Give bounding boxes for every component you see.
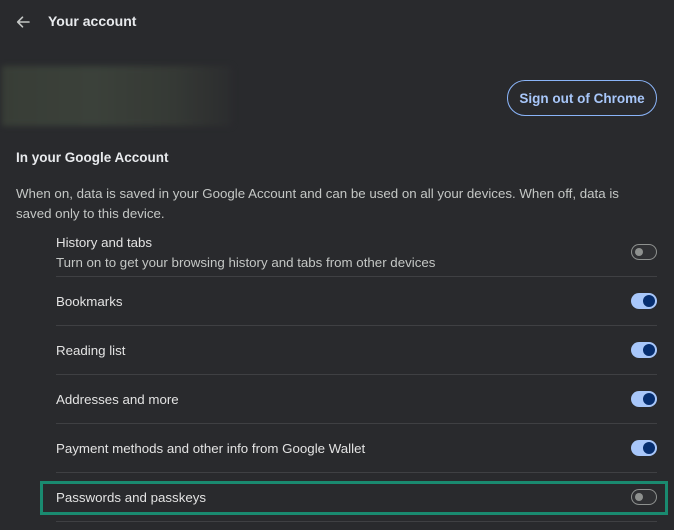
- addresses-toggle[interactable]: [631, 391, 657, 407]
- toggle-knob: [635, 247, 643, 256]
- section-description: When on, data is saved in your Google Ac…: [16, 186, 619, 221]
- toggle-knob: [643, 393, 655, 405]
- sync-row-label: History and tabs: [56, 235, 153, 250]
- toggle-knob: [643, 295, 655, 307]
- sync-row-label: Passwords and passkeys: [56, 490, 207, 505]
- sync-row-label: Bookmarks: [56, 294, 123, 309]
- reading-list-toggle[interactable]: [631, 342, 657, 358]
- sync-row-addresses: Addresses and more: [56, 375, 657, 423]
- sync-row-label: Reading list: [56, 343, 126, 358]
- toggle-knob: [643, 442, 655, 454]
- sync-row-passwords: Passwords and passkeys: [56, 473, 657, 521]
- sync-row-history-and-tabs: History and tabs Turn on to get your bro…: [56, 234, 657, 276]
- bookmarks-toggle[interactable]: [631, 293, 657, 309]
- sync-row-bookmarks: Bookmarks: [56, 277, 657, 325]
- account-info-blurred: [2, 66, 232, 126]
- sync-row-label: Payment methods and other info from Goog…: [56, 441, 366, 456]
- history-and-tabs-toggle[interactable]: [631, 244, 657, 260]
- sync-row-sublabel: Turn on to get your browsing history and…: [56, 255, 436, 270]
- passwords-toggle[interactable]: [631, 489, 657, 505]
- sign-out-button[interactable]: Sign out of Chrome: [507, 80, 657, 116]
- row-divider: [56, 521, 657, 522]
- sync-row-label: Addresses and more: [56, 392, 179, 407]
- sync-row-reading-list: Reading list: [56, 326, 657, 374]
- sync-row-payment-methods: Payment methods and other info from Goog…: [56, 424, 657, 472]
- page-title: Your account: [48, 13, 137, 29]
- page-header: Your account: [0, 0, 674, 44]
- payment-methods-toggle[interactable]: [631, 440, 657, 456]
- back-button[interactable]: [10, 10, 36, 34]
- arrow-left-icon: [16, 16, 30, 28]
- toggle-knob: [635, 492, 643, 501]
- toggle-knob: [643, 344, 655, 356]
- section-heading: In your Google Account: [16, 150, 169, 165]
